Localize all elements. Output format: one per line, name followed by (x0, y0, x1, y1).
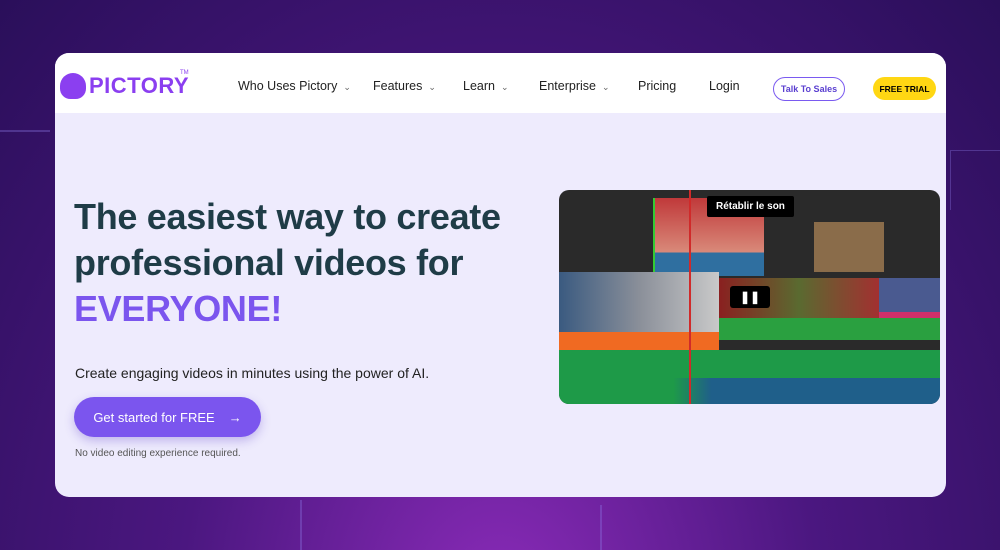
video-clip (814, 222, 884, 272)
nav-enterprise[interactable]: Enterprise ⌄ (539, 79, 610, 93)
audio-track (559, 378, 940, 404)
arrow-right-icon: → (228, 409, 242, 425)
circuit-decoration (950, 150, 1000, 210)
timeline-track (719, 318, 940, 340)
demo-video[interactable]: Rétablir le son ❚❚ (559, 190, 940, 404)
chevron-down-icon: ⌄ (343, 82, 351, 92)
page-card: PICTORY TM Who Uses Pictory ⌄ Features ⌄ L… (55, 53, 946, 497)
nav-login[interactable]: Login (709, 79, 740, 93)
nav-pricing[interactable]: Pricing (638, 79, 676, 93)
nav-who-uses[interactable]: Who Uses Pictory ⌄ (238, 79, 351, 93)
cta-label: Get started for FREE (93, 409, 215, 425)
video-clip (879, 278, 940, 318)
circuit-decoration (300, 500, 302, 550)
nav-label: Who Uses Pictory (238, 79, 338, 93)
hero-subtitle: Create engaging videos in minutes using … (75, 365, 430, 381)
logo-text: PICTORY (89, 73, 190, 98)
heading-line: professional videos for (74, 242, 464, 283)
navbar: PICTORY TM Who Uses Pictory ⌄ Features ⌄ L… (55, 53, 946, 113)
talk-to-sales-button[interactable]: Talk To Sales (773, 77, 845, 101)
nav-label: Features (373, 79, 423, 93)
hero-note: No video editing experience required. (75, 448, 241, 459)
get-started-button[interactable]: Get started for FREE → (74, 397, 261, 437)
nav-label: Enterprise (539, 79, 596, 93)
nav-learn[interactable]: Learn ⌄ (463, 79, 509, 93)
nav-features[interactable]: Features ⌄ (373, 79, 436, 93)
circuit-decoration (600, 505, 602, 550)
playhead (689, 190, 691, 404)
hero-heading: The easiest way to create professional vi… (74, 194, 501, 332)
circuit-decoration (0, 130, 50, 132)
logo[interactable]: PICTORY TM (60, 70, 190, 99)
pause-button[interactable]: ❚❚ (730, 286, 770, 308)
unmute-tooltip[interactable]: Rétablir le son (707, 196, 794, 217)
chevron-down-icon: ⌄ (500, 82, 509, 92)
nav-label: Learn (463, 79, 495, 93)
heading-highlight: EVERYONE! (74, 288, 283, 329)
chevron-down-icon: ⌄ (428, 82, 436, 92)
free-trial-button[interactable]: FREE TRIAL (873, 77, 936, 100)
heading-line: The easiest way to create (74, 196, 501, 237)
chevron-down-icon: ⌄ (601, 82, 610, 92)
trademark: TM (180, 70, 189, 76)
octopus-icon (60, 73, 86, 99)
pause-icon: ❚❚ (739, 290, 761, 304)
